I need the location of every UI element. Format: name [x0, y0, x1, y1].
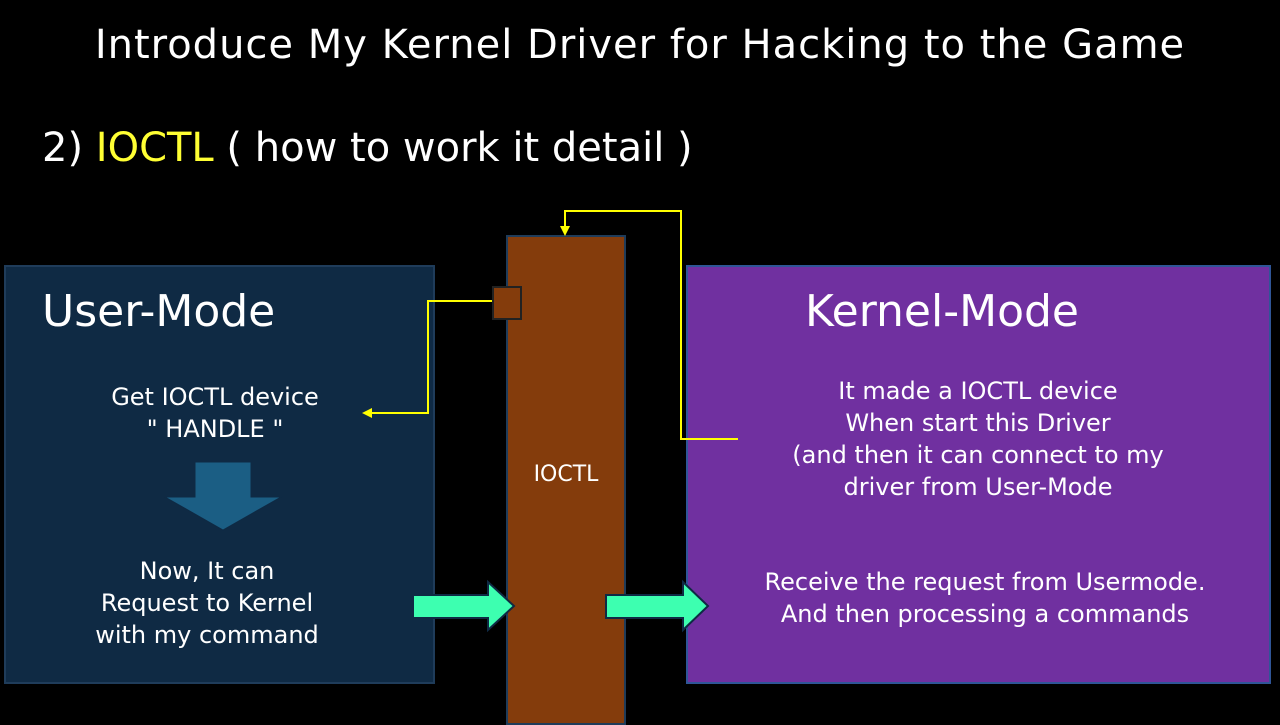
handle-connector-arrowhead	[362, 408, 372, 418]
kernel-connector-line	[564, 210, 738, 440]
right-arrow-icon	[412, 579, 516, 633]
handle-connector-line	[370, 300, 492, 414]
diagram-overlay	[163, 210, 738, 633]
kernel-connector-arrowhead	[560, 226, 570, 236]
right-arrow-icon	[605, 579, 710, 633]
down-arrow-icon	[163, 461, 283, 531]
